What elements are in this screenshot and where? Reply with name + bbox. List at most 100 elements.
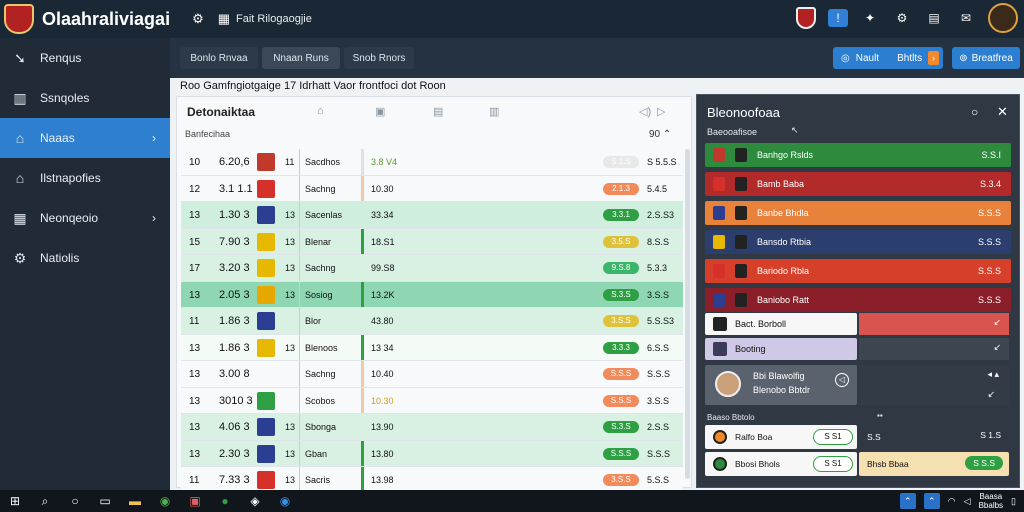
odds-pill[interactable]: 2.1.3	[603, 182, 639, 195]
table-row[interactable]: 11 1.86 3 Blor 43.80 3.S.S 5.S.S3	[181, 308, 683, 335]
volume-icon[interactable]: ◁	[964, 496, 971, 507]
match-row[interactable]: Bariodo Rbla S.S.S	[705, 259, 1011, 283]
club-shield-icon[interactable]	[796, 7, 816, 29]
match-row[interactable]: Banhgo Rslds S.S.I	[705, 143, 1011, 167]
task-icon[interactable]: ▭	[90, 494, 120, 508]
odds-pill[interactable]: S.3.S	[603, 421, 639, 433]
stats-icon[interactable]: ▥	[489, 105, 499, 118]
tab-bonlo[interactable]: Bonlo Rnvaa	[180, 47, 258, 69]
sidebar-item-ilstnapofies[interactable]: ⌂ Ilstnapofies	[0, 158, 170, 198]
table-row[interactable]: 13 4.06 3 13 Sbonga 13.90 S.3.S 2.S.S	[181, 414, 683, 441]
chevron-up-icon[interactable]: ⌃	[663, 129, 671, 140]
odds-pill[interactable]: S.S.S	[603, 368, 639, 380]
odds-pill[interactable]: 3.3.1	[603, 209, 639, 221]
secondary-action-button[interactable]: ⊚ Breatfrea	[952, 47, 1020, 69]
arrow-icon: ➘	[14, 49, 26, 66]
close-icon[interactable]: ✕	[997, 104, 1008, 120]
grid-icon: ▪▪	[877, 411, 883, 420]
tab-snob[interactable]: Snob Rnors	[344, 47, 414, 69]
secondary-action-label: Breatfrea	[971, 52, 1013, 64]
primary-action-label: Nault	[855, 52, 880, 64]
standing-row[interactable]: Booting	[705, 338, 857, 360]
odds-pill[interactable]: 3.S.S	[603, 474, 639, 486]
sidebar-item-renqus[interactable]: ➘ Renqus	[0, 38, 170, 78]
match-row[interactable]: Bansdo Rtbia S.S.S	[705, 230, 1011, 254]
table-row[interactable]: 10 6.20,6 11 Sacdhos 3.8 V4 S 1.S S 5.5.S	[181, 149, 683, 176]
table-row[interactable]: 13 1.86 3 13 Blenoos 13 34 3.3.3 6.S.S	[181, 334, 683, 361]
chat-icon[interactable]: ✉	[956, 9, 976, 27]
chrome-icon[interactable]: ◉	[150, 494, 180, 508]
row-score: 13.80	[371, 448, 394, 459]
row-score: 13.90	[371, 422, 394, 432]
bell-icon[interactable]: ✦	[860, 9, 880, 27]
tab-nnaan[interactable]: Nnaan Runs	[262, 47, 340, 69]
table-row[interactable]: 12 3.1 1.1 Sachng 10.30 2.1.3 5.4.5	[181, 175, 683, 202]
table-row[interactable]: 13 3.00 8 Sachng 10.40 S.S.S S.S.S	[181, 361, 683, 388]
row-value: 2.30 3	[219, 447, 250, 460]
odds-pill[interactable]: 3.5.S	[603, 235, 639, 248]
sort-icon[interactable]: ◂ ▴	[987, 369, 999, 380]
grid-icon[interactable]: ▤	[433, 105, 443, 118]
fixture-side: Bhsb Bbaa S S.S	[859, 452, 1009, 476]
match-row[interactable]: Baniobo Ratt S.S.S	[705, 288, 1011, 312]
odds-pill[interactable]: 3.S.S	[603, 315, 639, 327]
search-icon[interactable]: ⌕	[30, 494, 60, 509]
spotify-icon[interactable]: ●	[210, 494, 240, 508]
notification-icon[interactable]: ▯	[1011, 496, 1016, 507]
fixture-score: S S1	[813, 456, 853, 472]
minimize-icon[interactable]: ○	[971, 105, 978, 119]
fixture-card[interactable]: Ralfo Boa S S1	[705, 425, 857, 449]
table-row[interactable]: 13 2.30 3 13 Gban 13.80 S.S.S S.S.S	[181, 440, 683, 467]
alert-icon[interactable]: !	[828, 9, 848, 27]
sound-icon[interactable]: ◁)	[639, 105, 651, 118]
sidebar-item-ssnqoles[interactable]: ▥ Ssnqoles	[0, 78, 170, 118]
circle-icon[interactable]: ○	[60, 494, 90, 508]
clock[interactable]: Baasa Bbalbs	[979, 492, 1003, 510]
primary-action-button[interactable]: ◎ Nault Bhtlts ›	[833, 47, 943, 69]
odds-pill[interactable]: S.S.S	[603, 447, 639, 460]
row-odds: 5.4.5	[647, 183, 668, 194]
table-row[interactable]: 13 3010 3 Scobos 10.30 S.S.S 3.S.S	[181, 387, 683, 414]
standing-row[interactable]: Bact. Borboll	[705, 313, 857, 335]
match-row[interactable]: Banbe Bhdla S.S.S	[705, 201, 1011, 225]
folder-icon[interactable]: ▣	[375, 105, 385, 118]
match-row[interactable]: Bamb Baba S.3.4	[705, 172, 1011, 196]
sidebar-item-naaas[interactable]: ⌂ Naaas ›	[0, 118, 170, 158]
row-odds: S.S.S	[647, 369, 671, 379]
grid-icon[interactable]: ▤	[924, 9, 944, 27]
avatar[interactable]	[988, 3, 1018, 33]
match-value: S.S.S	[977, 295, 1001, 305]
windows-icon[interactable]: ⊞	[0, 494, 30, 508]
app-title: Olaahraliviagai	[42, 8, 171, 29]
player-card[interactable]: Bbi Blawolfig Blenobo Bbtdr ◁	[705, 365, 857, 405]
settings-icon[interactable]: ⚙	[892, 9, 912, 27]
sidebar-item-natiolis[interactable]: ⚙ Natiolis	[0, 238, 170, 278]
network-icon[interactable]: ⌃	[923, 493, 940, 509]
table-row[interactable]: 13 1.30 3 13 Sacenlas 33.34 3.3.1 2.S.S3	[181, 202, 683, 229]
team-badge	[735, 235, 747, 249]
sidebar-item-neonqeoio[interactable]: ▦ Neonqeoio ›	[0, 198, 170, 238]
edge-icon[interactable]: ◉	[270, 494, 300, 508]
table-row[interactable]: 13 2.05 3 13 Sosiog 13.2K S.3.S 3.S.S	[181, 281, 683, 308]
odds-pill[interactable]: 3.3.3	[603, 341, 639, 354]
team-badge	[713, 235, 725, 249]
folder-icon[interactable]: ▬	[120, 494, 150, 508]
odds-pill[interactable]: S.S.S	[603, 394, 639, 407]
play-icon[interactable]: ▷	[657, 105, 665, 118]
discord-icon[interactable]: ◈	[240, 494, 270, 508]
grid-icon[interactable]: ▦	[218, 11, 230, 27]
match-team: Banhgo Rslds	[757, 150, 814, 160]
fixture-card[interactable]: Bbosi Bhols S S1	[705, 452, 857, 476]
odds-pill[interactable]: 9.S.8	[603, 262, 639, 274]
table-row[interactable]: 17 3.20 3 13 Sachng 99.S8 9.S.8 5.3.3	[181, 255, 683, 282]
chevron-up-icon[interactable]: ⌃	[899, 493, 916, 509]
odds-pill[interactable]: S.3.S	[603, 288, 639, 301]
expand-icon[interactable]: ◁	[835, 373, 849, 387]
home-icon[interactable]: ⌂	[317, 105, 324, 117]
app-icon[interactable]: ▣	[180, 494, 210, 508]
table-row[interactable]: 15 7.90 3 13 Blenar 18.S1 3.5.S 8.S.S	[181, 228, 683, 255]
wifi-icon[interactable]: ◠	[948, 496, 956, 507]
odds-pill[interactable]: S 1.S	[603, 156, 639, 168]
settings-icon[interactable]: ⚙	[192, 11, 204, 27]
table-scrollbar[interactable]	[685, 149, 690, 479]
